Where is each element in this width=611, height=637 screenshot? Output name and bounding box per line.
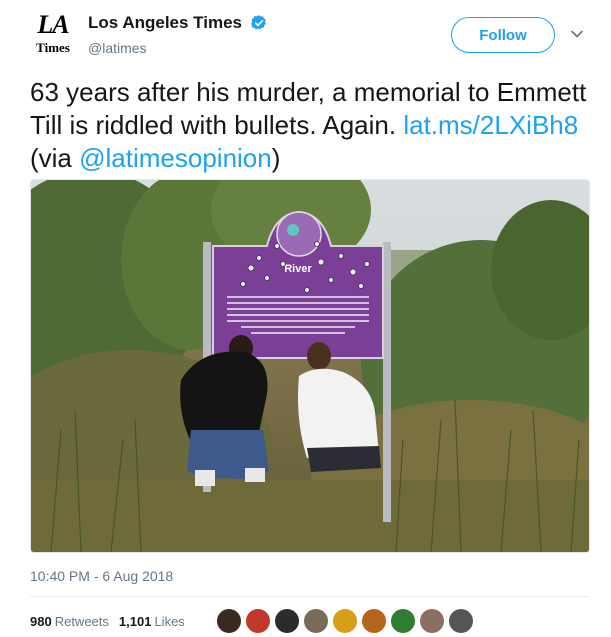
- tweet-stats: 980 Retweets 1,101 Likes: [30, 614, 185, 629]
- tweet-text: 63 years after his murder, a memorial to…: [30, 76, 590, 175]
- logo-times: Times: [36, 40, 70, 55]
- mention-link[interactable]: @latimesopinion: [79, 143, 272, 173]
- divider: [30, 596, 590, 597]
- liker-avatars: [216, 608, 477, 634]
- tweet-link[interactable]: lat.ms/2LXiBh8: [403, 110, 578, 140]
- verified-badge-icon: [251, 15, 267, 30]
- photo-scene: River: [31, 180, 589, 552]
- likes-stat[interactable]: 1,101 Likes: [119, 614, 185, 629]
- follow-button[interactable]: Follow: [451, 17, 555, 53]
- likes-count: 1,101: [118, 614, 152, 629]
- liker-avatar[interactable]: [303, 608, 329, 634]
- liker-avatar[interactable]: [419, 608, 445, 634]
- tweet-photo[interactable]: River: [30, 179, 590, 553]
- tweet-header: LA Times Los Angeles Times @latimes Foll…: [0, 0, 611, 72]
- retweets-label: Retweets: [54, 614, 109, 629]
- retweets-stat[interactable]: 980 Retweets: [30, 614, 109, 629]
- liker-avatar[interactable]: [448, 608, 474, 634]
- liker-avatar[interactable]: [274, 608, 300, 634]
- tweet-timestamp[interactable]: 10:40 PM - 6 Aug 2018: [30, 568, 173, 584]
- account-avatar[interactable]: LA Times: [32, 12, 74, 58]
- sign-heading: River: [284, 263, 312, 275]
- likes-label: Likes: [154, 614, 185, 629]
- retweets-count: 980: [30, 614, 52, 629]
- handle[interactable]: @latimes: [88, 40, 268, 56]
- liker-avatar[interactable]: [245, 608, 271, 634]
- liker-avatar[interactable]: [216, 608, 242, 634]
- chevron-down-icon[interactable]: [569, 26, 585, 42]
- via-open: (via: [30, 143, 80, 173]
- display-name[interactable]: Los Angeles Times: [88, 13, 242, 33]
- account-name-block: Los Angeles Times @latimes: [88, 13, 268, 56]
- via-close: ): [271, 143, 281, 173]
- logo-la: LA: [37, 10, 69, 39]
- liker-avatar[interactable]: [390, 608, 416, 634]
- liker-avatar[interactable]: [332, 608, 358, 634]
- liker-avatar[interactable]: [361, 608, 387, 634]
